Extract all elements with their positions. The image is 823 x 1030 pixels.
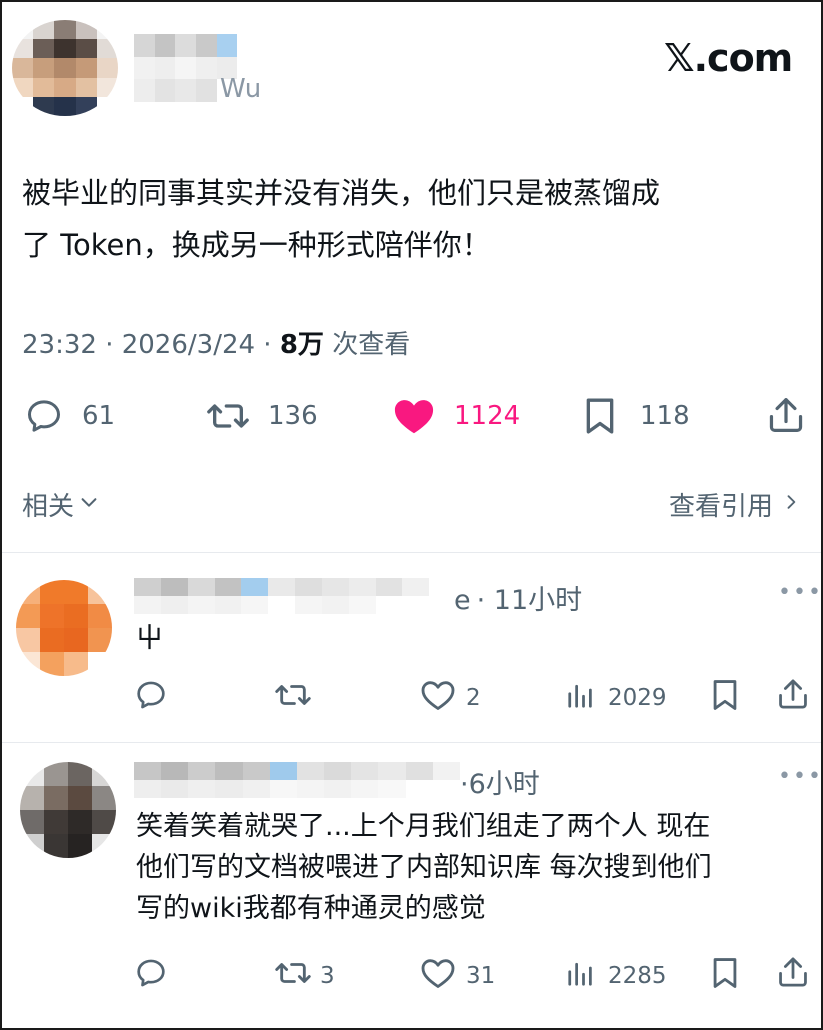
views-icon xyxy=(566,678,596,718)
share-button[interactable] xyxy=(766,394,806,436)
reply-time[interactable]: · 11小时 xyxy=(477,585,583,616)
reply-like-button[interactable]: 2 xyxy=(420,678,481,718)
reply-repost-count: 3 xyxy=(320,963,335,989)
reply-bookmark-button[interactable] xyxy=(710,678,740,718)
reply-repost-button[interactable] xyxy=(274,678,312,718)
heart-icon xyxy=(392,396,436,436)
view-quotes-link[interactable]: 查看引用 xyxy=(669,486,801,523)
reply-comment-button[interactable] xyxy=(134,678,168,718)
views-icon xyxy=(566,956,596,996)
bookmark-icon xyxy=(582,396,618,436)
reply-button[interactable]: 61 xyxy=(24,396,115,436)
reply-time[interactable]: ·6小时 xyxy=(460,769,540,800)
x-brand-logo: 𝕏.com xyxy=(664,36,793,80)
reply-author-redacted[interactable] xyxy=(134,762,460,798)
reply-text-line: 笑着笑着就哭了...上个月我们组走了两个人 现在 xyxy=(136,811,711,842)
author-handle[interactable]: Wu xyxy=(220,74,261,104)
comment-icon xyxy=(24,396,64,436)
like-count: 1124 xyxy=(454,401,521,431)
reply-repost-button[interactable]: 3 xyxy=(274,956,335,996)
reply-views[interactable]: 2285 xyxy=(566,956,667,996)
heart-icon xyxy=(420,956,456,996)
more-icon[interactable]: ••• xyxy=(778,764,821,789)
divider xyxy=(2,552,821,553)
reply-count: 61 xyxy=(82,401,116,431)
repost-icon xyxy=(274,956,312,996)
divider xyxy=(2,742,821,743)
reply-like-count: 2 xyxy=(466,685,481,711)
reply-comment-button[interactable] xyxy=(134,956,168,996)
more-icon[interactable]: ••• xyxy=(778,580,821,605)
reply-meta: e · 11小时 xyxy=(454,578,582,617)
reply-text: 屮 xyxy=(136,618,796,659)
related-label: 相关 xyxy=(22,492,75,522)
reply-avatar[interactable] xyxy=(20,762,116,858)
reply-meta: ·6小时 xyxy=(460,762,540,801)
chevron-down-icon xyxy=(78,490,100,520)
comment-icon xyxy=(134,678,168,718)
reply-view-count: 2029 xyxy=(608,685,667,711)
share-icon xyxy=(776,954,810,996)
post-timestamp[interactable]: 23:32 · 2026/3/24 · xyxy=(22,330,280,360)
share-icon xyxy=(776,676,810,718)
author-avatar[interactable] xyxy=(12,20,118,116)
tweet-screenshot: Wu 𝕏.com 被毕业的同事其实并没有消失，他们只是被蒸馏成 了 Token，… xyxy=(0,0,823,1030)
bookmark-count: 118 xyxy=(640,401,690,431)
reply-like-button[interactable]: 31 xyxy=(420,956,495,996)
view-quotes-label: 查看引用 xyxy=(668,492,773,522)
reply-bookmark-button[interactable] xyxy=(710,956,740,996)
like-button[interactable]: 1124 xyxy=(392,396,520,436)
reply-author-redacted[interactable] xyxy=(134,578,456,614)
bookmark-icon xyxy=(710,956,740,996)
comment-icon xyxy=(134,956,168,996)
post-text-line: 了 Token，换成另一种形式陪伴你！ xyxy=(22,228,491,262)
bookmark-button[interactable]: 118 xyxy=(582,396,690,436)
reply-text-line: 他们写的文档被喂进了内部知识库 每次搜到他们 xyxy=(136,852,712,883)
reply-share-button[interactable] xyxy=(776,676,810,718)
reply-text-line: 写的wiki我都有种通灵的感觉 xyxy=(136,893,486,924)
post-text-line: 被毕业的同事其实并没有消失，他们只是被蒸馏成 xyxy=(22,176,661,210)
post-text: 被毕业的同事其实并没有消失，他们只是被蒸馏成 了 Token，换成另一种形式陪伴… xyxy=(22,167,812,271)
view-count-label: 次查看 xyxy=(323,330,411,360)
bookmark-icon xyxy=(710,678,740,718)
post-meta: 23:32 · 2026/3/24 · 8万 次查看 xyxy=(22,324,410,361)
view-count: 8万 xyxy=(279,330,324,360)
reply-views[interactable]: 2029 xyxy=(566,678,667,718)
chevron-right-icon xyxy=(781,490,801,520)
reply-like-count: 31 xyxy=(466,963,496,989)
reply-name-tail: e xyxy=(454,585,471,616)
reply-text: 笑着笑着就哭了...上个月我们组走了两个人 现在 他们写的文档被喂进了内部知识库… xyxy=(136,806,816,929)
related-toggle[interactable]: 相关 xyxy=(22,486,100,523)
reply-share-button[interactable] xyxy=(776,954,810,996)
heart-icon xyxy=(420,678,456,718)
repost-icon xyxy=(206,396,250,436)
repost-count: 136 xyxy=(268,401,318,431)
share-icon xyxy=(766,394,806,436)
reply-view-count: 2285 xyxy=(608,963,667,989)
repost-button[interactable]: 136 xyxy=(206,396,318,436)
reply-avatar[interactable] xyxy=(16,580,112,676)
reply-text-line: 屮 xyxy=(136,623,163,654)
repost-icon xyxy=(274,678,312,718)
